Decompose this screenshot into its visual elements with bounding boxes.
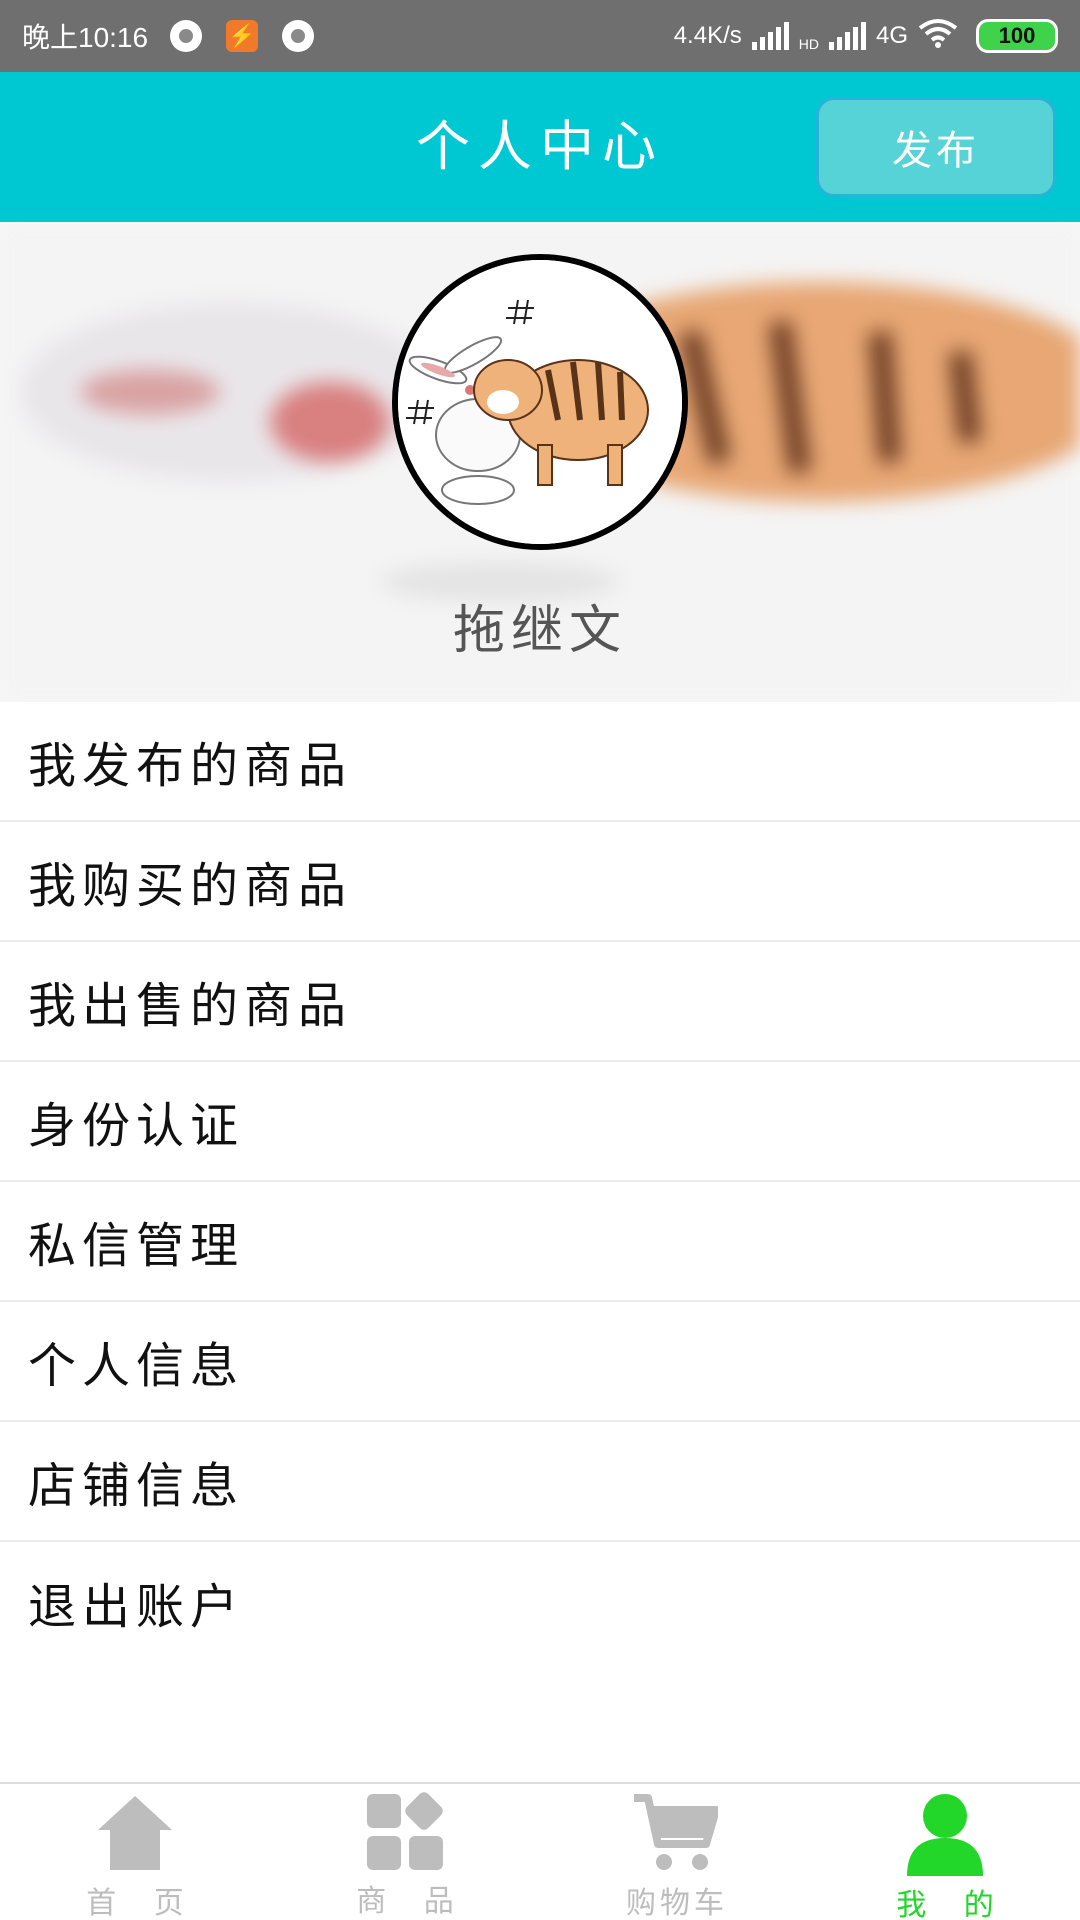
status-bar: 晚上10:16 ⚡ 4.4K/s HD 4G 100 <box>0 0 1080 72</box>
notification-dot-icon <box>170 20 203 52</box>
header: 个人中心 发布 <box>0 72 1080 222</box>
wifi-icon <box>918 18 958 55</box>
username: 拖继文 <box>452 601 627 661</box>
profile-banner: 拖继文 <box>0 222 1080 702</box>
nav-products[interactable]: 商 品 <box>270 1784 540 1920</box>
menu-item-messages[interactable]: 私信管理 <box>0 1182 1080 1302</box>
nav-cart-label: 购物车 <box>626 1886 728 1920</box>
menu-item-personal-info[interactable]: 个人信息 <box>0 1302 1080 1422</box>
battery-icon: 100 <box>976 19 1058 53</box>
avatar[interactable] <box>392 254 688 550</box>
menu-item-purchased[interactable]: 我购买的商品 <box>0 822 1080 942</box>
signal-icon <box>751 22 789 50</box>
menu-item-shop-info[interactable]: 店铺信息 <box>0 1422 1080 1542</box>
bottom-nav: 首 页 商 品 购物车 我 的 <box>0 1782 1080 1920</box>
status-time: 晚上10:16 <box>22 22 149 53</box>
notification-dot-icon-2 <box>282 20 315 52</box>
menu-list: 我发布的商品 我购买的商品 我出售的商品 身份认证 私信管理 个人信息 店铺信息… <box>0 702 1080 1662</box>
user-icon <box>900 1792 990 1876</box>
signal-icon-2 <box>828 22 866 50</box>
cart-icon <box>630 1792 720 1874</box>
menu-item-sold[interactable]: 我出售的商品 <box>0 942 1080 1062</box>
nav-products-label: 商 品 <box>356 1884 468 1919</box>
menu-item-logout[interactable]: 退出账户 <box>0 1542 1080 1662</box>
network-type: 4G <box>875 22 908 49</box>
nav-home[interactable]: 首 页 <box>0 1784 270 1920</box>
menu-item-published[interactable]: 我发布的商品 <box>0 702 1080 822</box>
nav-home-label: 首 页 <box>86 1886 198 1920</box>
nav-me-label: 我 的 <box>896 1888 1008 1920</box>
grid-icon <box>360 1792 450 1872</box>
nav-cart[interactable]: 购物车 <box>540 1784 810 1920</box>
nav-me[interactable]: 我 的 <box>810 1784 1080 1920</box>
menu-item-identity[interactable]: 身份认证 <box>0 1062 1080 1182</box>
net-speed: 4.4K/s <box>673 22 742 49</box>
hd-label: HD <box>798 35 819 52</box>
status-indicators: 4.4K/s HD 4G 100 <box>674 18 1058 55</box>
publish-button[interactable]: 发布 <box>816 97 1056 197</box>
tiger-rabbit-avatar-icon <box>398 260 682 544</box>
app-notification-icon: ⚡ <box>226 20 259 52</box>
home-icon <box>90 1792 180 1874</box>
